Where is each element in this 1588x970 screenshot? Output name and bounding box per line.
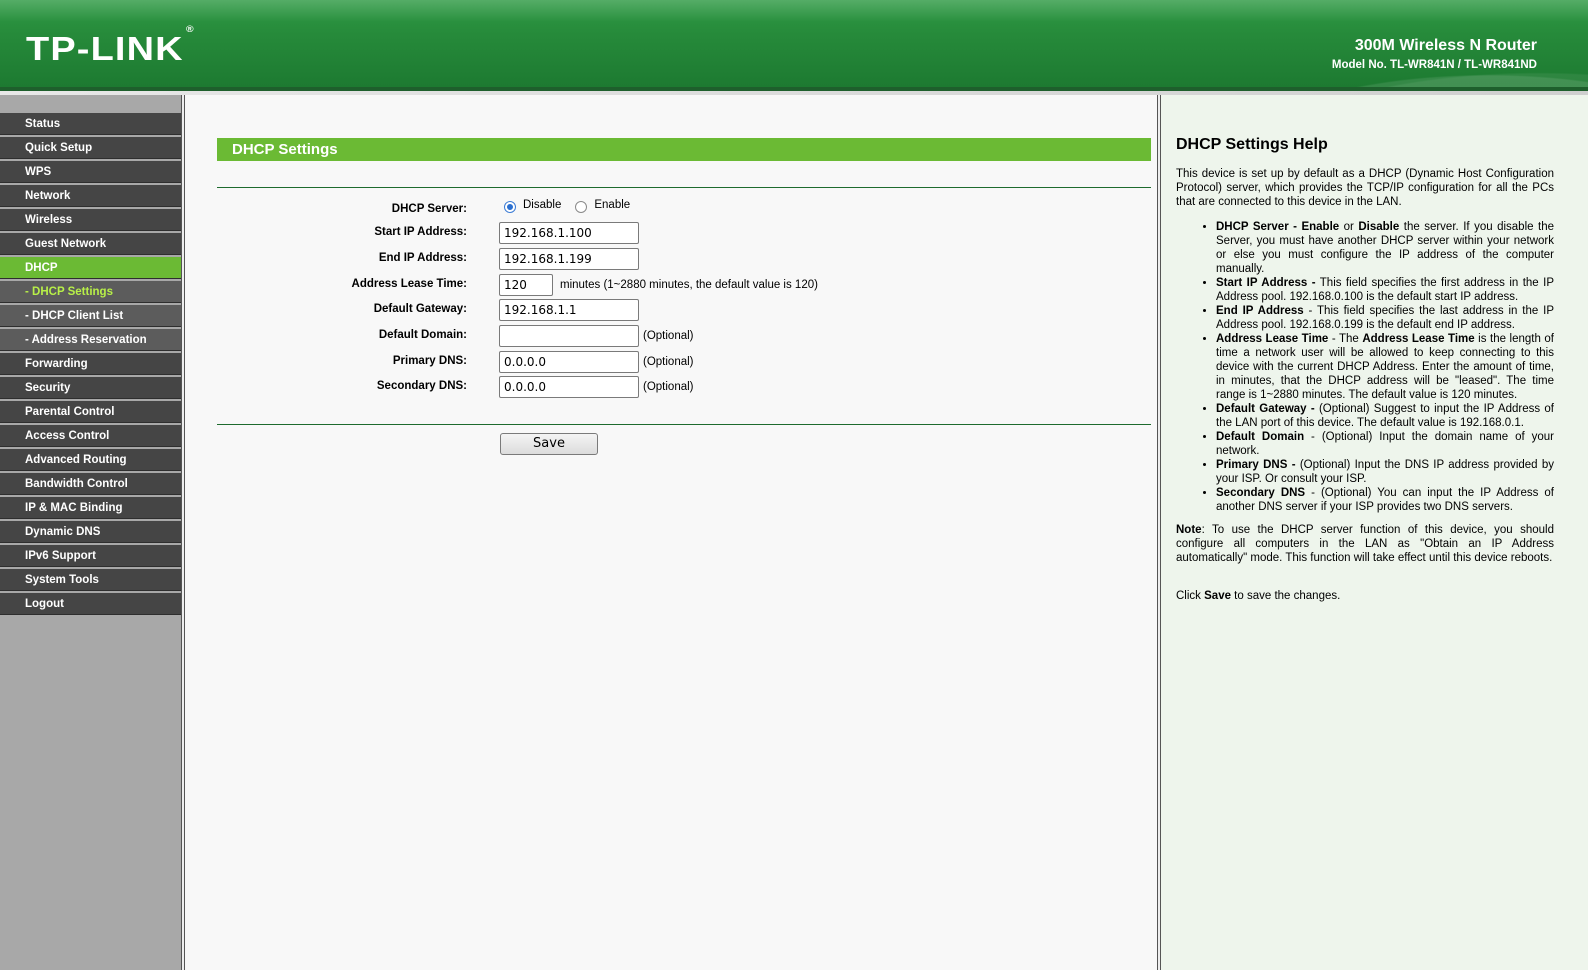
sidebar-item-dhcp[interactable]: DHCP [0,257,181,279]
sidebar-item-wireless[interactable]: Wireless [0,209,181,231]
dhcp-enable-radio[interactable] [575,201,588,213]
lease-time-label: Address Lease Time: [351,278,467,290]
help-save-instruction: Click Save to save the changes. [1176,590,1341,602]
dhcp-disable-radio[interactable] [504,201,516,213]
start-ip-label: Start IP Address: [374,226,467,238]
domain-optional-hint: (Optional) [643,330,694,342]
sidebar-item-dynamic-dns[interactable]: Dynamic DNS [0,521,181,543]
primary-dns-row: Primary DNS: (Optional) [217,351,1151,375]
help-item: Default Gateway - (Optional) Suggest to … [1216,402,1554,430]
tplink-logo: TP-LINK® [26,24,195,67]
help-item: DHCP Server - Enable or Disable the serv… [1216,220,1554,276]
sidebar-subitem-dhcp-client-list[interactable]: - DHCP Client List [0,305,181,327]
lease-time-row: Address Lease Time: minutes (1~2880 minu… [217,274,1151,298]
form-top-divider [217,187,1151,188]
dhcp-server-label: DHCP Server: [391,203,467,215]
help-item: Secondary DNS - (Optional) You can input… [1216,486,1554,514]
primary-dns-input[interactable] [499,351,639,373]
sidebar-item-advanced-routing[interactable]: Advanced Routing [0,449,181,471]
sidebar-item-wps[interactable]: WPS [0,161,181,183]
dhcp-disable-label: Disable [523,199,562,211]
help-item: Start IP Address - This field specifies … [1216,276,1554,304]
form-bottom-divider [217,424,1151,425]
help-item: Address Lease Time - The Address Lease T… [1216,332,1554,402]
start-ip-input[interactable] [499,222,639,244]
sidebar-item-logout[interactable]: Logout [0,593,181,615]
dhcp-enable-option[interactable]: Enable [575,199,631,213]
domain-label: Default Domain: [378,329,467,341]
header-banner: TP-LINK® 300M Wireless N Router Model No… [0,0,1588,87]
lease-time-hint: minutes (1~2880 minutes, the default val… [560,279,818,291]
gateway-input[interactable] [499,299,639,321]
sidebar-item-ip-mac-binding[interactable]: IP & MAC Binding [0,497,181,519]
domain-field-wrap: (Optional) [499,325,694,347]
secondary-dns-row: Secondary DNS: (Optional) [217,376,1151,400]
dhcp-enable-label: Enable [594,199,631,211]
secondary-dns-input[interactable] [499,376,639,398]
sidebar-item-security[interactable]: Security [0,377,181,399]
start-ip-row: Start IP Address: [217,222,1151,246]
sidebar-item-parental-control[interactable]: Parental Control [0,401,181,423]
help-note: Note: To use the DHCP server function of… [1176,524,1554,564]
secondary-dns-optional-hint: (Optional) [643,381,694,393]
lease-time-input[interactable] [499,274,553,296]
help-panel: DHCP Settings Help This device is set up… [1161,95,1588,970]
help-title: DHCP Settings Help [1176,136,1328,153]
main-panel: DHCP Settings DHCP Server: Disable Enabl… [185,95,1157,970]
lease-time-field-wrap: minutes (1~2880 minutes, the default val… [499,274,818,296]
domain-input[interactable] [499,325,639,347]
sidebar: Status Quick Setup WPS Network Wireless … [0,95,181,970]
end-ip-input[interactable] [499,248,639,270]
sidebar-item-system-tools[interactable]: System Tools [0,569,181,591]
end-ip-field-wrap [499,248,639,270]
sidebar-subitem-dhcp-settings[interactable]: - DHCP Settings [0,281,181,303]
gateway-field-wrap [499,299,639,321]
gateway-label: Default Gateway: [373,303,467,315]
sidebar-item-bandwidth-control[interactable]: Bandwidth Control [0,473,181,495]
sidebar-item-quick-setup[interactable]: Quick Setup [0,137,181,159]
primary-dns-optional-hint: (Optional) [643,356,694,368]
sidebar-item-status[interactable]: Status [0,113,181,135]
help-item: End IP Address - This field specifies th… [1216,304,1554,332]
sidebar-subitem-address-reservation[interactable]: - Address Reservation [0,329,181,351]
help-list: DHCP Server - Enable or Disable the serv… [1176,220,1554,514]
end-ip-row: End IP Address: [217,248,1151,272]
sidebar-item-access-control[interactable]: Access Control [0,425,181,447]
page-title: DHCP Settings [217,138,1151,161]
save-button[interactable]: Save [500,433,598,455]
model-number: Model No. TL-WR841N / TL-WR841ND [1331,59,1537,71]
help-intro: This device is set up by default as a DH… [1176,168,1554,208]
secondary-dns-field-wrap: (Optional) [499,376,694,398]
sidebar-item-network[interactable]: Network [0,185,181,207]
sidebar-menu: Status Quick Setup WPS Network Wireless … [0,113,181,617]
sidebar-item-ipv6-support[interactable]: IPv6 Support [0,545,181,567]
dhcp-server-options: Disable Enable [499,199,631,213]
domain-row: Default Domain: (Optional) [217,325,1151,349]
sidebar-item-guest-network[interactable]: Guest Network [0,233,181,255]
help-item: Primary DNS - (Optional) Input the DNS I… [1216,458,1554,486]
end-ip-label: End IP Address: [378,252,467,264]
start-ip-field-wrap [499,222,639,244]
dhcp-server-row: DHCP Server: Disable Enable [217,199,1151,223]
secondary-dns-label: Secondary DNS: [376,380,467,392]
primary-dns-label: Primary DNS: [392,355,467,367]
primary-dns-field-wrap: (Optional) [499,351,694,373]
gateway-row: Default Gateway: [217,299,1151,323]
dhcp-disable-option[interactable]: Disable [504,199,562,213]
help-item: Default Domain - (Optional) Input the do… [1216,430,1554,458]
sidebar-item-forwarding[interactable]: Forwarding [0,353,181,375]
product-title: 300M Wireless N Router [1354,37,1537,54]
